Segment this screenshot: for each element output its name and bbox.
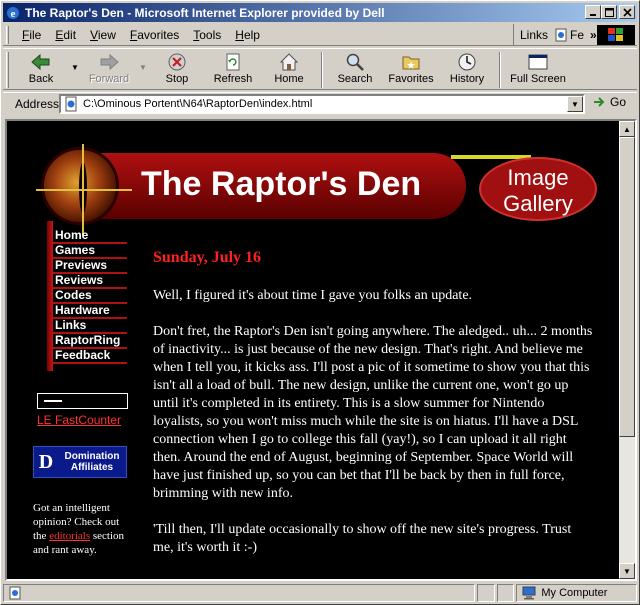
minimize-button[interactable] (585, 5, 601, 19)
forward-arrow-icon (100, 53, 119, 71)
refresh-icon (226, 53, 240, 71)
go-arrow-icon (594, 97, 605, 107)
scroll-down-button[interactable]: ▼ (619, 563, 635, 579)
fastcounter-link[interactable]: LE FastCounter (37, 413, 121, 427)
computer-icon (522, 586, 536, 600)
favorites-button[interactable]: Favorites (383, 49, 439, 85)
page-icon (9, 586, 21, 600)
status-cell (477, 584, 495, 602)
status-cell (496, 584, 515, 602)
home-button[interactable]: Home (261, 49, 317, 85)
security-zone: My Computer (516, 584, 637, 602)
links-bar: Links Fe » (513, 24, 597, 46)
forward-button[interactable]: Forward (81, 49, 137, 85)
forward-dropdown[interactable]: ▼ (137, 49, 149, 72)
links-item[interactable]: Fe (554, 28, 584, 42)
post-paragraph: 'Till then, I'll update occasionally to … (153, 522, 572, 555)
page-viewport[interactable]: The Raptor's Den Image Gallery Home Game… (5, 119, 637, 581)
address-box: ▼ (59, 94, 585, 114)
standard-toolbar: Back ▼ Forward ▼ Stop Refresh Home Searc… (3, 48, 637, 90)
toolbar-grip[interactable] (6, 52, 9, 88)
side-note: Got an intelligent opinion? Check out th… (33, 502, 125, 556)
fullscreen-button[interactable]: Full Screen (505, 49, 571, 85)
page-icon (555, 28, 567, 42)
address-dropdown[interactable]: ▼ (567, 96, 583, 112)
back-dropdown[interactable]: ▼ (69, 49, 81, 72)
main-content: Sunday, July 16 Well, I figured it's abo… (153, 249, 593, 575)
site-banner: The Raptor's Den Image Gallery (36, 144, 601, 236)
nav-raptorring[interactable]: RaptorRing (53, 334, 127, 349)
stop-button[interactable]: Stop (149, 49, 205, 85)
search-icon (346, 53, 364, 71)
windows-logo (597, 25, 635, 45)
raptor-eye-logo (36, 144, 132, 236)
links-label[interactable]: Links (520, 28, 548, 42)
svg-text:e: e (11, 8, 16, 20)
ie-icon: e (5, 5, 21, 21)
maximize-button[interactable] (601, 5, 617, 19)
toolbar-separator (321, 52, 323, 88)
menu-tools[interactable]: Tools (186, 28, 228, 42)
browser-window: e The Raptor's Den - Microsoft Internet … (0, 0, 640, 605)
site-nav: Home Games Previews Reviews Codes Hardwa… (53, 229, 127, 364)
hit-counter (37, 393, 128, 409)
address-label: Address (15, 96, 60, 111)
address-input[interactable] (83, 98, 563, 110)
menu-favorites[interactable]: Favorites (123, 28, 186, 42)
menu-view[interactable]: View (83, 28, 123, 42)
history-icon (458, 53, 476, 71)
nav-games[interactable]: Games (53, 244, 127, 259)
menu-grip[interactable] (6, 25, 9, 44)
back-button[interactable]: Back (13, 49, 69, 85)
status-bar: My Computer (3, 583, 637, 603)
menu-edit[interactable]: Edit (48, 28, 83, 42)
back-arrow-icon (31, 53, 50, 71)
menu-bar: File Edit View Favorites Tools Help Link… (3, 24, 637, 46)
nav-links[interactable]: Links (53, 319, 127, 334)
post-date: Sunday, July 16 (153, 249, 262, 266)
nav-home[interactable]: Home (53, 229, 127, 244)
search-button[interactable]: Search (327, 49, 383, 85)
title-bar[interactable]: e The Raptor's Den - Microsoft Internet … (3, 3, 637, 22)
menu-help[interactable]: Help (228, 28, 267, 42)
address-bar: Address ▼ Go (3, 92, 637, 114)
status-text (3, 584, 476, 602)
editorials-link[interactable]: editorials (49, 530, 90, 542)
nav-codes[interactable]: Codes (53, 289, 127, 304)
stop-icon (168, 53, 186, 71)
toolbar-separator (499, 52, 501, 88)
vertical-scrollbar[interactable]: ▲ ▼ (619, 121, 635, 579)
refresh-button[interactable]: Refresh (205, 49, 261, 85)
home-icon (279, 53, 299, 71)
close-button[interactable] (619, 5, 635, 19)
nav-feedback[interactable]: Feedback (53, 349, 127, 364)
menu-file[interactable]: File (15, 28, 48, 42)
scroll-thumb[interactable] (619, 137, 635, 437)
chevron-more-icon[interactable]: » (590, 28, 597, 42)
page-icon (65, 96, 77, 112)
nav-previews[interactable]: Previews (53, 259, 127, 274)
history-button[interactable]: History (439, 49, 495, 85)
post-paragraph: Well, I figured it's about time I gave y… (153, 288, 473, 303)
scroll-up-button[interactable]: ▲ (619, 121, 635, 137)
fullscreen-icon (528, 54, 548, 70)
post-paragraph: Don't fret, the Raptor's Den isn't going… (153, 324, 593, 501)
window-title: The Raptor's Den - Microsoft Internet Ex… (25, 5, 385, 20)
go-button[interactable]: Go (593, 95, 626, 109)
domination-affiliates-badge[interactable]: D Domination Affiliates (33, 446, 127, 478)
favorites-folder-icon (402, 56, 420, 70)
nav-reviews[interactable]: Reviews (53, 274, 127, 289)
site-title: The Raptor's Den (141, 165, 422, 203)
nav-hardware[interactable]: Hardware (53, 304, 127, 319)
image-gallery-button[interactable]: Image Gallery (479, 157, 597, 221)
